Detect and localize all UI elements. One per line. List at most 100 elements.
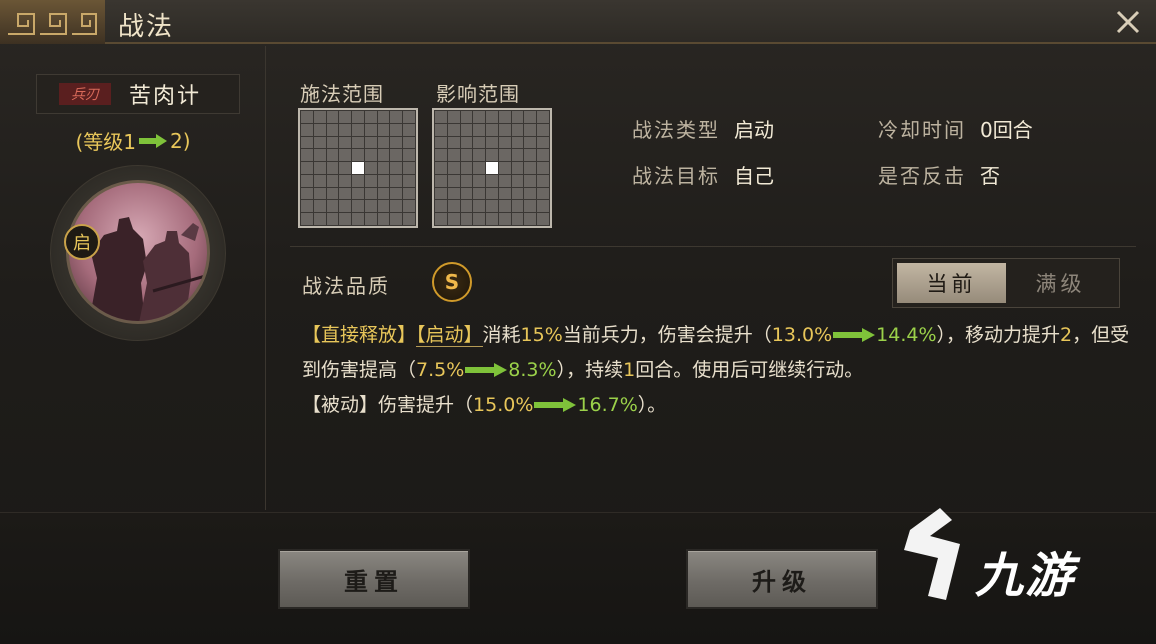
grid-cell	[326, 213, 339, 225]
grid-cell	[377, 200, 390, 213]
grid-cell	[511, 123, 524, 136]
info-key: 是否反击	[878, 164, 966, 188]
grid-cell	[313, 187, 326, 200]
desc-text: 消耗	[482, 324, 521, 346]
toggle-current[interactable]: 当前	[897, 263, 1006, 303]
grid-cell-center	[352, 162, 364, 174]
grid-cell	[486, 174, 498, 187]
start-badge: 启	[64, 224, 100, 260]
grid-cell	[537, 200, 549, 213]
grid-cell	[537, 162, 549, 174]
grid-cell	[403, 200, 415, 213]
grid-cell	[498, 123, 511, 136]
grid-cell	[498, 200, 511, 213]
grid-cell	[352, 123, 364, 136]
grid-cell	[352, 174, 364, 187]
cast-range-grid	[298, 108, 418, 228]
grid-cell	[447, 187, 460, 200]
grid-cell	[364, 200, 377, 213]
grid-cell	[537, 174, 549, 187]
arrow-right-icon	[534, 398, 577, 412]
grid-cell	[537, 136, 549, 149]
desc-value-current: 13.0%	[771, 324, 833, 346]
grid-cell	[352, 149, 364, 162]
grid-cell	[364, 149, 377, 162]
info-value: 0回合	[980, 118, 1033, 142]
close-button[interactable]	[1110, 4, 1146, 40]
info-key: 冷却时间	[878, 118, 966, 142]
grid-cell	[313, 111, 326, 123]
grid-cell	[390, 136, 403, 149]
grid-cell	[473, 123, 486, 136]
grid-cell	[537, 187, 549, 200]
grid-cell	[301, 162, 313, 174]
grid-cell	[524, 213, 537, 225]
grid-cell	[486, 149, 498, 162]
grid-cell	[435, 174, 447, 187]
grid-cell	[301, 149, 313, 162]
desc-tag: 【启动】	[416, 324, 483, 347]
desc-number: 15%	[520, 324, 563, 346]
skill-window: 战法 兵刃 苦肉计 (等级1 2) 启 施法范围 影响范围 战法类型 启动 冷却…	[0, 0, 1156, 644]
grid-cell	[498, 162, 511, 174]
divider	[290, 246, 1136, 247]
grid-cell	[498, 111, 511, 123]
desc-text: 回合。使用后可继续行动。	[635, 359, 864, 381]
info-value: 启动	[734, 118, 774, 142]
upgrade-button[interactable]: 升级	[686, 549, 878, 609]
grid-cell	[313, 200, 326, 213]
grid-cell	[326, 136, 339, 149]
grid-cell	[377, 149, 390, 162]
grid-cell	[511, 136, 524, 149]
grid-cell	[339, 162, 352, 174]
grid-cell	[326, 187, 339, 200]
grid-cell	[486, 200, 498, 213]
grid-cell	[313, 213, 326, 225]
grid-cell	[403, 187, 415, 200]
grid-cell	[460, 187, 473, 200]
grid-cell	[313, 136, 326, 149]
grid-cell	[460, 111, 473, 123]
grid-cell	[524, 174, 537, 187]
grid-cell	[447, 174, 460, 187]
grid-cell	[473, 162, 486, 174]
grid-cell	[364, 123, 377, 136]
grid-cell	[339, 111, 352, 123]
grid-cell	[313, 174, 326, 187]
reset-button[interactable]: 重置	[278, 549, 470, 609]
grid-cell	[390, 187, 403, 200]
grid-cell	[390, 213, 403, 225]
watermark-text: 九游	[975, 548, 1076, 604]
ornament-icon	[8, 13, 97, 35]
grid-cell	[326, 111, 339, 123]
grid-cell	[460, 123, 473, 136]
info-cooldown: 冷却时间 0回合	[878, 114, 1033, 143]
grid-cell	[435, 136, 447, 149]
desc-number: 1	[623, 359, 636, 381]
grid-cell	[403, 162, 415, 174]
grid-cell	[364, 136, 377, 149]
grid-cell	[447, 213, 460, 225]
grid-cell	[352, 213, 364, 225]
grid-cell	[390, 111, 403, 123]
skill-name-box: 兵刃 苦肉计	[36, 74, 240, 114]
grid-cell	[339, 174, 352, 187]
grid-cell	[460, 162, 473, 174]
desc-text: 伤害提升（	[378, 394, 474, 416]
toggle-max-level[interactable]: 满级	[1006, 263, 1115, 303]
grid-cell	[403, 149, 415, 162]
grid-cell	[403, 123, 415, 136]
grid-cell	[435, 213, 447, 225]
grid-cell	[473, 213, 486, 225]
desc-value-current: 7.5%	[416, 359, 465, 381]
grid-cell	[511, 111, 524, 123]
grid-cell	[435, 111, 447, 123]
grid-cell	[301, 111, 313, 123]
info-skill-type: 战法类型 启动	[632, 114, 774, 143]
grid-cell	[473, 187, 486, 200]
grid-cell	[511, 187, 524, 200]
grid-cell	[537, 149, 549, 162]
grid-cell	[511, 200, 524, 213]
grid-cell	[339, 187, 352, 200]
grid-cell	[390, 162, 403, 174]
